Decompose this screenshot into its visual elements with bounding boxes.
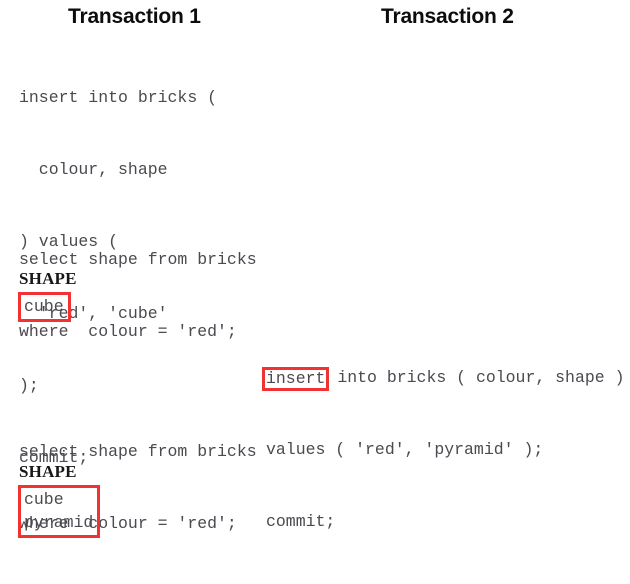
code-line: select shape from bricks [19, 442, 257, 461]
code-line-with-highlight: insert into bricks ( colour, shape ) [262, 366, 625, 391]
code-line-remainder: into bricks ( colour, shape ) [327, 368, 625, 387]
code-line: where colour = 'red'; [19, 322, 237, 341]
result-column-header: SHAPE [19, 462, 77, 481]
result-rows-highlight-box: cube pyramid [18, 485, 101, 538]
result-rows-highlight-box: cube [18, 292, 71, 322]
result-row: cube [24, 490, 64, 509]
code-line: insert into bricks ( [19, 88, 218, 107]
result-row: pyramid [24, 513, 94, 532]
result-set-second: SHAPE cube pyramid [18, 462, 101, 538]
column-heading-transaction-2: Transaction 2 [381, 5, 514, 28]
code-line: colour, shape [19, 160, 168, 179]
highlighted-keyword-insert: insert [262, 367, 330, 391]
code-block-tx2-insert: insert into bricks ( colour, shape ) val… [262, 318, 625, 582]
code-line: commit; [266, 512, 336, 531]
column-heading-transaction-1: Transaction 1 [68, 5, 201, 28]
diagram-canvas: Transaction 1 Transaction 2 insert into … [0, 0, 630, 538]
code-line: values ( 'red', 'pyramid' ); [266, 440, 544, 459]
result-row: cube [24, 297, 64, 316]
result-set-first: SHAPE cube [18, 269, 77, 322]
result-column-header: SHAPE [19, 269, 77, 288]
